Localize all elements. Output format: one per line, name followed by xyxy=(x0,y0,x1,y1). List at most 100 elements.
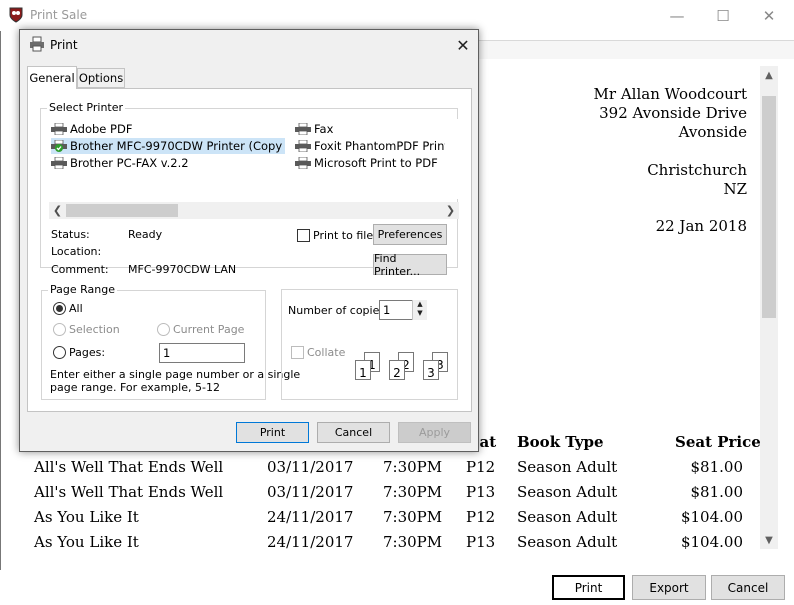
dialog-title-bar: Print ✕ xyxy=(20,30,478,59)
copies-stepper[interactable]: ▲ ▼ xyxy=(412,300,427,320)
printer-item-microsoft-pdf[interactable]: Microsoft Print to PDF xyxy=(295,155,445,171)
table-row: All's Well That Ends Well 03/11/2017 7:3… xyxy=(0,458,760,483)
seat-cell: P13 xyxy=(466,533,496,551)
comment-label: Comment: xyxy=(51,263,109,276)
title-bar: Print Sale — ☐ ✕ xyxy=(0,0,794,31)
collate-label: Collate xyxy=(307,346,346,359)
book-type-cell: Season Adult xyxy=(517,533,618,551)
column-header-seat-price: Seat Price xyxy=(675,433,761,451)
seat-cell: P12 xyxy=(466,508,496,526)
dialog-apply-button[interactable]: Apply xyxy=(398,422,471,443)
seat-cell: P12 xyxy=(466,458,496,476)
tab-general[interactable]: General xyxy=(27,66,77,89)
address-line: Mr Allan Woodcourt xyxy=(593,85,747,103)
show-cell: As You Like It xyxy=(34,533,139,551)
printer-list[interactable]: Adobe PDF Brother MFC-9970CDW Printer (C… xyxy=(49,119,459,199)
location-label: Location: xyxy=(51,245,102,258)
tab-options[interactable]: Options xyxy=(77,68,125,88)
address-line: Avonside xyxy=(678,123,747,141)
spin-up-icon[interactable]: ▲ xyxy=(413,300,427,309)
pages-input[interactable]: 1 xyxy=(159,343,245,363)
select-printer-label: Select Printer xyxy=(47,101,126,114)
general-tab-panel: Select Printer Adobe PDF Brother MFC-997… xyxy=(27,88,472,412)
pages-radio[interactable] xyxy=(53,346,66,359)
selection-label: Selection xyxy=(69,323,120,336)
date-cell: 24/11/2017 xyxy=(267,533,354,551)
selection-radio[interactable] xyxy=(53,323,66,336)
printer-item-fax[interactable]: Fax xyxy=(295,121,445,137)
maximize-button[interactable]: ☐ xyxy=(700,0,746,31)
preferences-button[interactable]: Preferences xyxy=(373,224,447,245)
minimize-button[interactable]: — xyxy=(654,0,700,31)
time-cell: 7:30PM xyxy=(383,483,443,501)
copies-value: 1 xyxy=(383,303,391,317)
printer-name: Brother PC-FAX v.2.2 xyxy=(70,156,189,170)
printer-icon xyxy=(295,140,311,152)
printer-icon xyxy=(295,157,311,169)
print-to-file-label: Print to file xyxy=(313,229,374,242)
scroll-up-icon[interactable]: ▲ xyxy=(760,66,778,84)
collate-checkbox[interactable] xyxy=(291,346,304,359)
seat-cell: P13 xyxy=(466,483,496,501)
scrollbar-thumb[interactable] xyxy=(762,96,776,318)
close-button[interactable]: ✕ xyxy=(746,0,792,31)
time-cell: 7:30PM xyxy=(383,508,443,526)
scroll-right-icon[interactable]: ❯ xyxy=(442,202,459,219)
dialog-print-button[interactable]: Print xyxy=(236,422,309,443)
page-range-hint: Enter either a single page number or a s… xyxy=(50,368,301,381)
price-cell: $81.00 xyxy=(690,458,744,476)
collate-page: 1 xyxy=(355,360,371,380)
show-cell: All's Well That Ends Well xyxy=(34,483,224,501)
page-range-hint: page range. For example, 5-12 xyxy=(50,381,220,394)
printer-name: Brother MFC-9970CDW Printer (Copy 1) xyxy=(70,139,285,153)
fax-icon xyxy=(295,123,311,135)
table-row: As You Like It 24/11/2017 7:30PM P12 Sea… xyxy=(0,508,760,533)
select-printer-group: Select Printer Adobe PDF Brother MFC-997… xyxy=(40,101,459,278)
app-logo-icon xyxy=(9,7,23,23)
dialog-title: Print xyxy=(50,38,78,52)
dialog-cancel-button[interactable]: Cancel xyxy=(317,422,390,443)
book-type-cell: Season Adult xyxy=(517,508,618,526)
cancel-button[interactable]: Cancel xyxy=(711,575,785,600)
find-printer-button[interactable]: Find Printer... xyxy=(373,252,447,278)
scrollbar-thumb[interactable] xyxy=(66,204,178,217)
printer-item-brother-pc-fax[interactable]: Brother PC-FAX v.2.2 xyxy=(51,155,281,171)
number-of-copies-label: Number of copies: xyxy=(288,304,389,317)
current-page-radio[interactable] xyxy=(157,323,170,336)
scroll-left-icon[interactable]: ❮ xyxy=(49,202,66,219)
collate-page: 3 xyxy=(423,360,439,380)
printer-name: Foxit PhantomPDF Printer xyxy=(314,139,445,153)
customer-address: Mr Allan Woodcourt 392 Avonside Drive Av… xyxy=(594,85,747,199)
print-dialog: Print ✕ General Options Select Printer A… xyxy=(19,29,479,452)
table-row: All's Well That Ends Well 03/11/2017 7:3… xyxy=(0,483,760,508)
dialog-close-icon[interactable]: ✕ xyxy=(448,34,478,56)
printer-name: Fax xyxy=(314,122,334,136)
printer-name: Microsoft Print to PDF xyxy=(314,156,438,170)
printer-name: Adobe PDF xyxy=(70,122,133,136)
printer-item-brother-mfc[interactable]: Brother MFC-9970CDW Printer (Copy 1) xyxy=(51,138,285,154)
printer-icon xyxy=(30,36,44,52)
report-scrollbar[interactable]: ▲ ▼ xyxy=(760,66,778,549)
printer-item-adobe-pdf[interactable]: Adobe PDF xyxy=(51,121,281,137)
address-line: Christchurch xyxy=(647,161,747,179)
print-to-file-checkbox[interactable] xyxy=(297,229,310,242)
printer-list-scrollbar[interactable]: ❮ ❯ xyxy=(49,202,459,219)
price-cell: $104.00 xyxy=(680,508,743,526)
page-range-group: Page Range All Selection Current Page Pa… xyxy=(41,283,300,400)
copies-group: Number of copies: 1 ▲ ▼ Collate 1 1 2 2 … xyxy=(281,289,458,400)
spin-down-icon[interactable]: ▼ xyxy=(413,309,427,318)
window-title: Print Sale xyxy=(30,8,88,22)
date-cell: 03/11/2017 xyxy=(267,458,354,476)
column-header-book-type: Book Type xyxy=(517,433,604,451)
printer-item-foxit[interactable]: Foxit PhantomPDF Printer xyxy=(295,138,445,154)
print-button[interactable]: Print xyxy=(552,575,625,600)
export-button[interactable]: Export xyxy=(632,575,706,600)
time-cell: 7:30PM xyxy=(383,533,443,551)
all-pages-radio[interactable] xyxy=(53,302,66,315)
address-line xyxy=(594,142,747,161)
status-label: Status: xyxy=(51,228,90,241)
scroll-down-icon[interactable]: ▼ xyxy=(760,531,778,549)
report-date: 22 Jan 2018 xyxy=(655,217,747,235)
price-cell: $104.00 xyxy=(680,533,743,551)
book-type-cell: Season Adult xyxy=(517,458,618,476)
